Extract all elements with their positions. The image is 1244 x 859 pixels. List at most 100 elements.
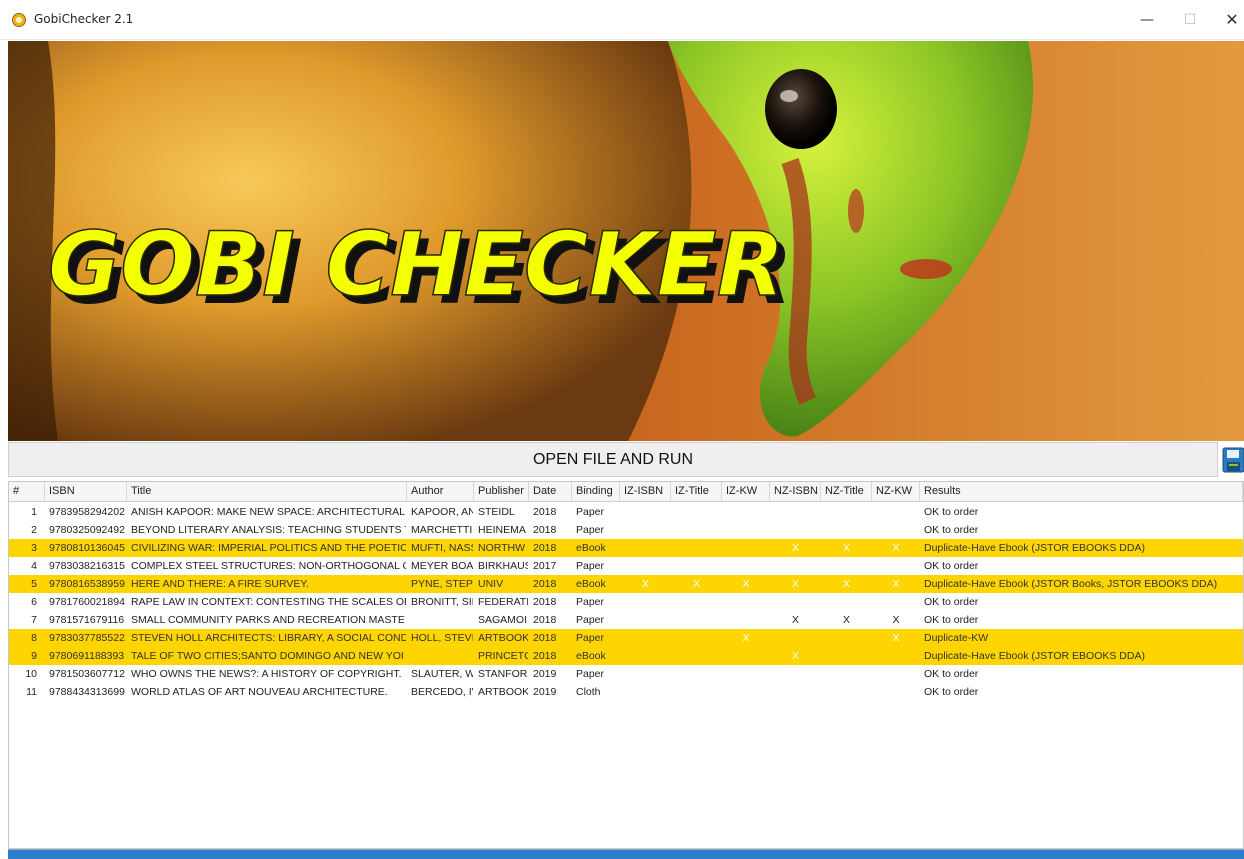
cell-iz-kw: X [742,632,750,644]
cell-publisher: STANFOR [478,668,528,680]
table-row[interactable]: 8 9783037785522 STEVEN HOLL ARCHITECTS: LI… [9,629,1243,647]
cell-publisher: HEINEMA [478,524,526,536]
cell-nz-isbn [770,629,821,647]
cell-nz-isbn [770,557,821,575]
header-col-publisher[interactable]: Publisher [474,482,529,501]
maximize-button[interactable]: ☐ [1170,6,1210,34]
table-row[interactable]: 9 9780691188393 TALE OF TWO CITIES;SANTO D… [9,647,1243,665]
cell-nz-isbn: X [791,614,799,626]
cell-iz-title: X [692,578,700,590]
cell-isbn: 9781571679116 [49,614,125,626]
table-row[interactable]: 2 9780325092492 BEYOND LITERARY ANALYSIS: … [9,521,1243,539]
table-row[interactable]: 5 9780816538959 HERE AND THERE: A FIRE SUR… [9,575,1243,593]
close-button[interactable]: ✕ [1212,6,1244,34]
header-col-date[interactable]: Date [529,482,572,501]
cell-nz-kw [872,503,920,521]
cell-results: OK to order [924,668,979,680]
cell-nz-title [821,629,872,647]
open-file-and-run-button[interactable]: OPEN FILE AND RUN [8,442,1218,477]
cell-results: OK to order [924,596,979,608]
table-row[interactable]: 11 9788434313699 WORLD ATLAS OF ART NOUVEA… [9,683,1243,701]
cell-iz-title [671,557,722,575]
cell-isbn: 9783038216315 [49,560,125,572]
cell-iz-title [671,629,722,647]
cell-title: COMPLEX STEEL STRUCTURES: NON-ORTHOGONAL… [131,560,406,572]
cell-author: HOLL, STEVE [411,632,473,644]
cell-author: BERCEDO, IV [411,686,473,698]
header-col-nz-isbn[interactable]: NZ-ISBN [770,482,821,501]
cell-isbn: 9788434313699 [49,686,125,698]
cell-binding: Paper [576,668,605,680]
minimize-button[interactable]: — [1127,6,1167,34]
table-row[interactable]: 10 9781503607712 WHO OWNS THE NEWS?: A HIS… [9,665,1243,683]
cell-isbn: 9780325092492 [49,524,125,536]
cell-nz-title: X [842,542,850,554]
header-col-iz-isbn[interactable]: IZ-ISBN [620,482,671,501]
cell-author [411,647,473,665]
cell-date: 2018 [533,578,557,590]
cell-nz-kw [872,665,920,683]
cell-nz-title [821,593,872,611]
logo-text: GOBI CHECKER [48,213,784,316]
cell-nz-isbn [770,521,821,539]
cell-iz-kw [722,557,770,575]
cell-results: Duplicate-Have Ebook (JSTOR EBOOKS DDA) [924,542,1145,554]
cell-publisher: ARTBOOK [478,632,528,644]
table-row[interactable]: 1 9783958294202 ANISH KAPOOR: MAKE NEW SPA… [9,503,1243,521]
cell-iz-kw: X [742,578,750,590]
floppy-disk-icon[interactable] [1221,442,1244,477]
cell-nz-kw: X [892,578,900,590]
cell-results: OK to order [924,524,979,536]
cell-nz-title: X [842,578,850,590]
cell-author: PYNE, STEPH [411,578,473,590]
cell-author: MARCHETTI, [411,524,473,536]
cell-nz-kw [872,683,920,701]
cell-results: OK to order [924,686,979,698]
table-row[interactable]: 4 9783038216315 COMPLEX STEEL STRUCTURES: … [9,557,1243,575]
cell-iz-kw [722,683,770,701]
cell-nz-isbn [770,503,821,521]
cell-isbn: 9781503607712 [49,668,125,680]
cell-author: SLAUTER, WI [411,668,473,680]
cell-results: OK to order [924,614,979,626]
table-row[interactable]: 6 9781760021894 RAPE LAW IN CONTEXT: CONTE… [9,593,1243,611]
cell-num: 8 [31,632,37,644]
cell-results: Duplicate-Have Ebook (JSTOR Books, JSTOR… [924,578,1218,590]
cell-iz-isbn [620,665,671,683]
header-col-title[interactable]: Title [127,482,407,501]
table-row[interactable]: 3 9780810136045 CIVILIZING WAR: IMPERIAL P… [9,539,1243,557]
cell-author [411,611,473,629]
cell-nz-kw: X [892,614,900,626]
cell-isbn: 9780810136045 [49,542,125,554]
header-col-isbn[interactable]: ISBN [45,482,127,501]
results-table[interactable]: # ISBN Title Author Publisher Date Binding IZ-I… [8,481,1244,849]
table-row[interactable]: 7 9781571679116 SMALL COMMUNITY PARKS AND … [9,611,1243,629]
header-col-nz-kw[interactable]: NZ-KW [872,482,920,501]
cell-nz-title [821,557,872,575]
header-col-num[interactable]: # [9,482,45,501]
cell-iz-title [671,665,722,683]
header-col-nz-title[interactable]: NZ-Title [821,482,872,501]
header-col-binding[interactable]: Binding [572,482,620,501]
cell-iz-kw [722,503,770,521]
cell-date: 2019 [533,668,557,680]
header-col-iz-title[interactable]: IZ-Title [671,482,722,501]
cell-nz-kw [872,557,920,575]
cell-iz-isbn [620,521,671,539]
cell-title: SMALL COMMUNITY PARKS AND RECREATION MAS… [131,614,405,626]
cell-iz-kw [722,521,770,539]
cell-num: 10 [25,668,37,680]
cell-nz-kw [872,521,920,539]
header-col-results[interactable]: Results [920,482,1243,501]
cell-publisher: SAGAMOI [478,614,528,626]
header-col-iz-kw[interactable]: IZ-KW [722,482,770,501]
cell-iz-isbn [620,539,671,557]
header-col-author[interactable]: Author [407,482,474,501]
title-bar: GobiChecker 2.1 — ☐ ✕ [0,0,1244,40]
cell-date: 2018 [533,542,557,554]
cell-nz-title: X [842,614,850,626]
cell-nz-isbn: X [791,650,799,662]
cell-author: KAPOOR, AN [411,506,473,518]
cell-date: 2018 [533,632,557,644]
cell-iz-isbn [620,557,671,575]
